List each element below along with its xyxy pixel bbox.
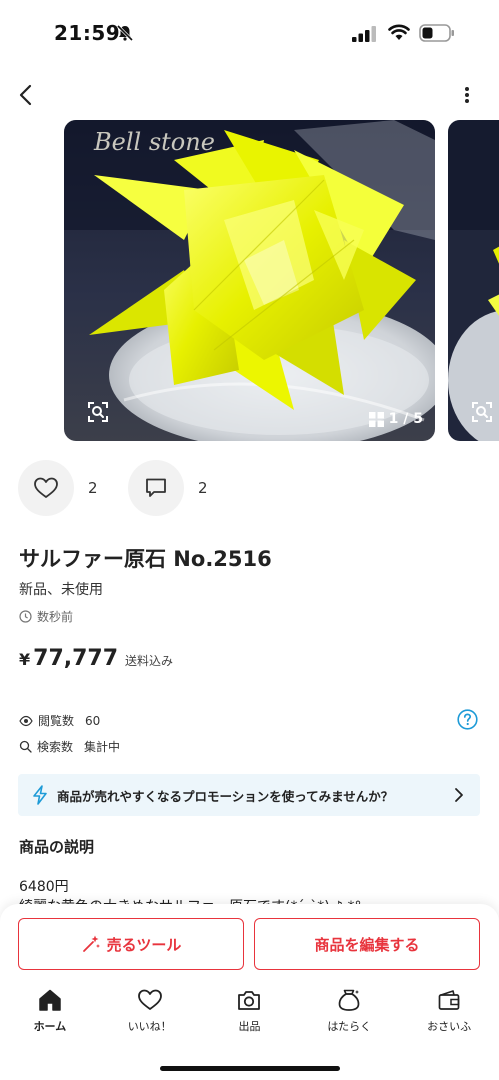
price-value: 77,777 <box>33 646 119 671</box>
cell-signal-icon <box>352 26 376 42</box>
like-count: 2 <box>88 479 98 497</box>
posted-time-row: 数秒前 <box>19 608 73 625</box>
sulfur-crystal-image <box>448 120 499 441</box>
like-button[interactable] <box>18 460 74 516</box>
heart-icon <box>137 989 162 1010</box>
description-line: 6480円 <box>19 879 69 895</box>
search-count-value: 集計中 <box>84 740 121 754</box>
zoom-search-icon <box>472 402 492 422</box>
watermark-text: Bell stone <box>93 128 215 156</box>
nav-bar <box>0 72 499 118</box>
tab-wallet[interactable]: おさいふ <box>399 988 499 1040</box>
chevron-right-icon <box>455 788 463 802</box>
tab-likes-label: いいね！ <box>127 1020 172 1033</box>
tab-sell-label: 出品 <box>238 1020 261 1033</box>
heart-icon <box>34 477 58 498</box>
views-row: 閲覧数 60 <box>19 712 100 729</box>
wifi-icon <box>388 24 410 40</box>
views-value: 60 <box>85 713 101 728</box>
tab-bar: ホーム いいね！ 出品 はたらく おさいふ <box>0 988 499 1040</box>
product-title: サルファー原石 No.2516 <box>19 547 272 571</box>
grid-icon <box>368 411 384 427</box>
home-indicator <box>160 1066 340 1071</box>
search-count-row: 検索数 集計中 <box>19 738 120 755</box>
more-vertical-icon <box>465 87 469 103</box>
tab-wallet-label: おさいふ <box>427 1020 472 1033</box>
bottom-action-panel: 売るツール 商品を編集する ホーム いいね！ 出品 はたらく おさいふ <box>0 904 499 1080</box>
photo-counter-text: 1 / 5 <box>388 411 423 427</box>
price-row: ¥ 77,777 送料込み <box>19 646 173 671</box>
sell-tool-button[interactable]: 売るツール <box>18 918 244 970</box>
next-product-photo[interactable] <box>448 120 499 441</box>
views-label: 閲覧数 <box>38 714 75 728</box>
help-icon[interactable] <box>457 709 478 730</box>
action-row: 2 2 <box>18 460 238 516</box>
description-heading: 商品の説明 <box>19 838 95 856</box>
shipping-note: 送料込み <box>125 654 174 668</box>
edit-product-button[interactable]: 商品を編集する <box>254 918 480 970</box>
photo-gallery[interactable]: Bell stone 1 / 5 <box>0 120 499 442</box>
back-button[interactable] <box>10 78 40 112</box>
comment-count: 2 <box>198 479 208 497</box>
promotion-banner[interactable]: 商品が売れやすくなるプロモーションを使ってみませんか？ <box>18 774 480 816</box>
lightning-icon <box>33 785 47 805</box>
money-bag-icon <box>338 989 360 1011</box>
tab-home-label: ホーム <box>33 1020 67 1033</box>
sulfur-crystal-image: Bell stone <box>64 120 435 441</box>
edit-product-label: 商品を編集する <box>314 935 420 954</box>
zoom-button[interactable] <box>86 400 110 424</box>
promotion-text: 商品が売れやすくなるプロモーションを使ってみませんか？ <box>57 788 394 804</box>
tab-likes[interactable]: いいね！ <box>100 988 200 1040</box>
clock-icon <box>19 610 32 623</box>
posted-time: 数秒前 <box>37 610 74 624</box>
tab-work[interactable]: はたらく <box>299 988 399 1040</box>
more-options-button[interactable] <box>453 80 481 110</box>
tab-sell[interactable]: 出品 <box>200 988 300 1040</box>
zoom-search-icon <box>88 402 108 422</box>
zoom-button[interactable] <box>470 400 494 424</box>
comment-icon <box>146 478 166 497</box>
sparkle-wand-icon <box>82 935 100 952</box>
search-icon <box>19 740 32 753</box>
search-count-label: 検索数 <box>37 740 74 754</box>
product-condition: 新品、未使用 <box>19 582 103 598</box>
sell-tool-label: 売るツール <box>106 935 182 954</box>
tab-work-label: はたらく <box>327 1020 372 1033</box>
product-photo[interactable]: Bell stone 1 / 5 <box>64 120 435 441</box>
price-currency: ¥ <box>19 650 31 669</box>
camera-icon <box>238 991 261 1010</box>
bell-slash-icon <box>116 24 134 42</box>
status-time: 21:59 <box>54 21 121 45</box>
photo-counter[interactable]: 1 / 5 <box>368 411 423 427</box>
battery-icon <box>419 24 454 42</box>
chevron-left-icon <box>19 84 32 106</box>
tab-home[interactable]: ホーム <box>0 988 100 1040</box>
status-bar: 21:59 <box>0 0 499 66</box>
eye-icon <box>19 715 33 726</box>
comment-button[interactable] <box>128 460 184 516</box>
home-icon <box>39 989 61 1011</box>
wallet-icon <box>438 990 460 1010</box>
